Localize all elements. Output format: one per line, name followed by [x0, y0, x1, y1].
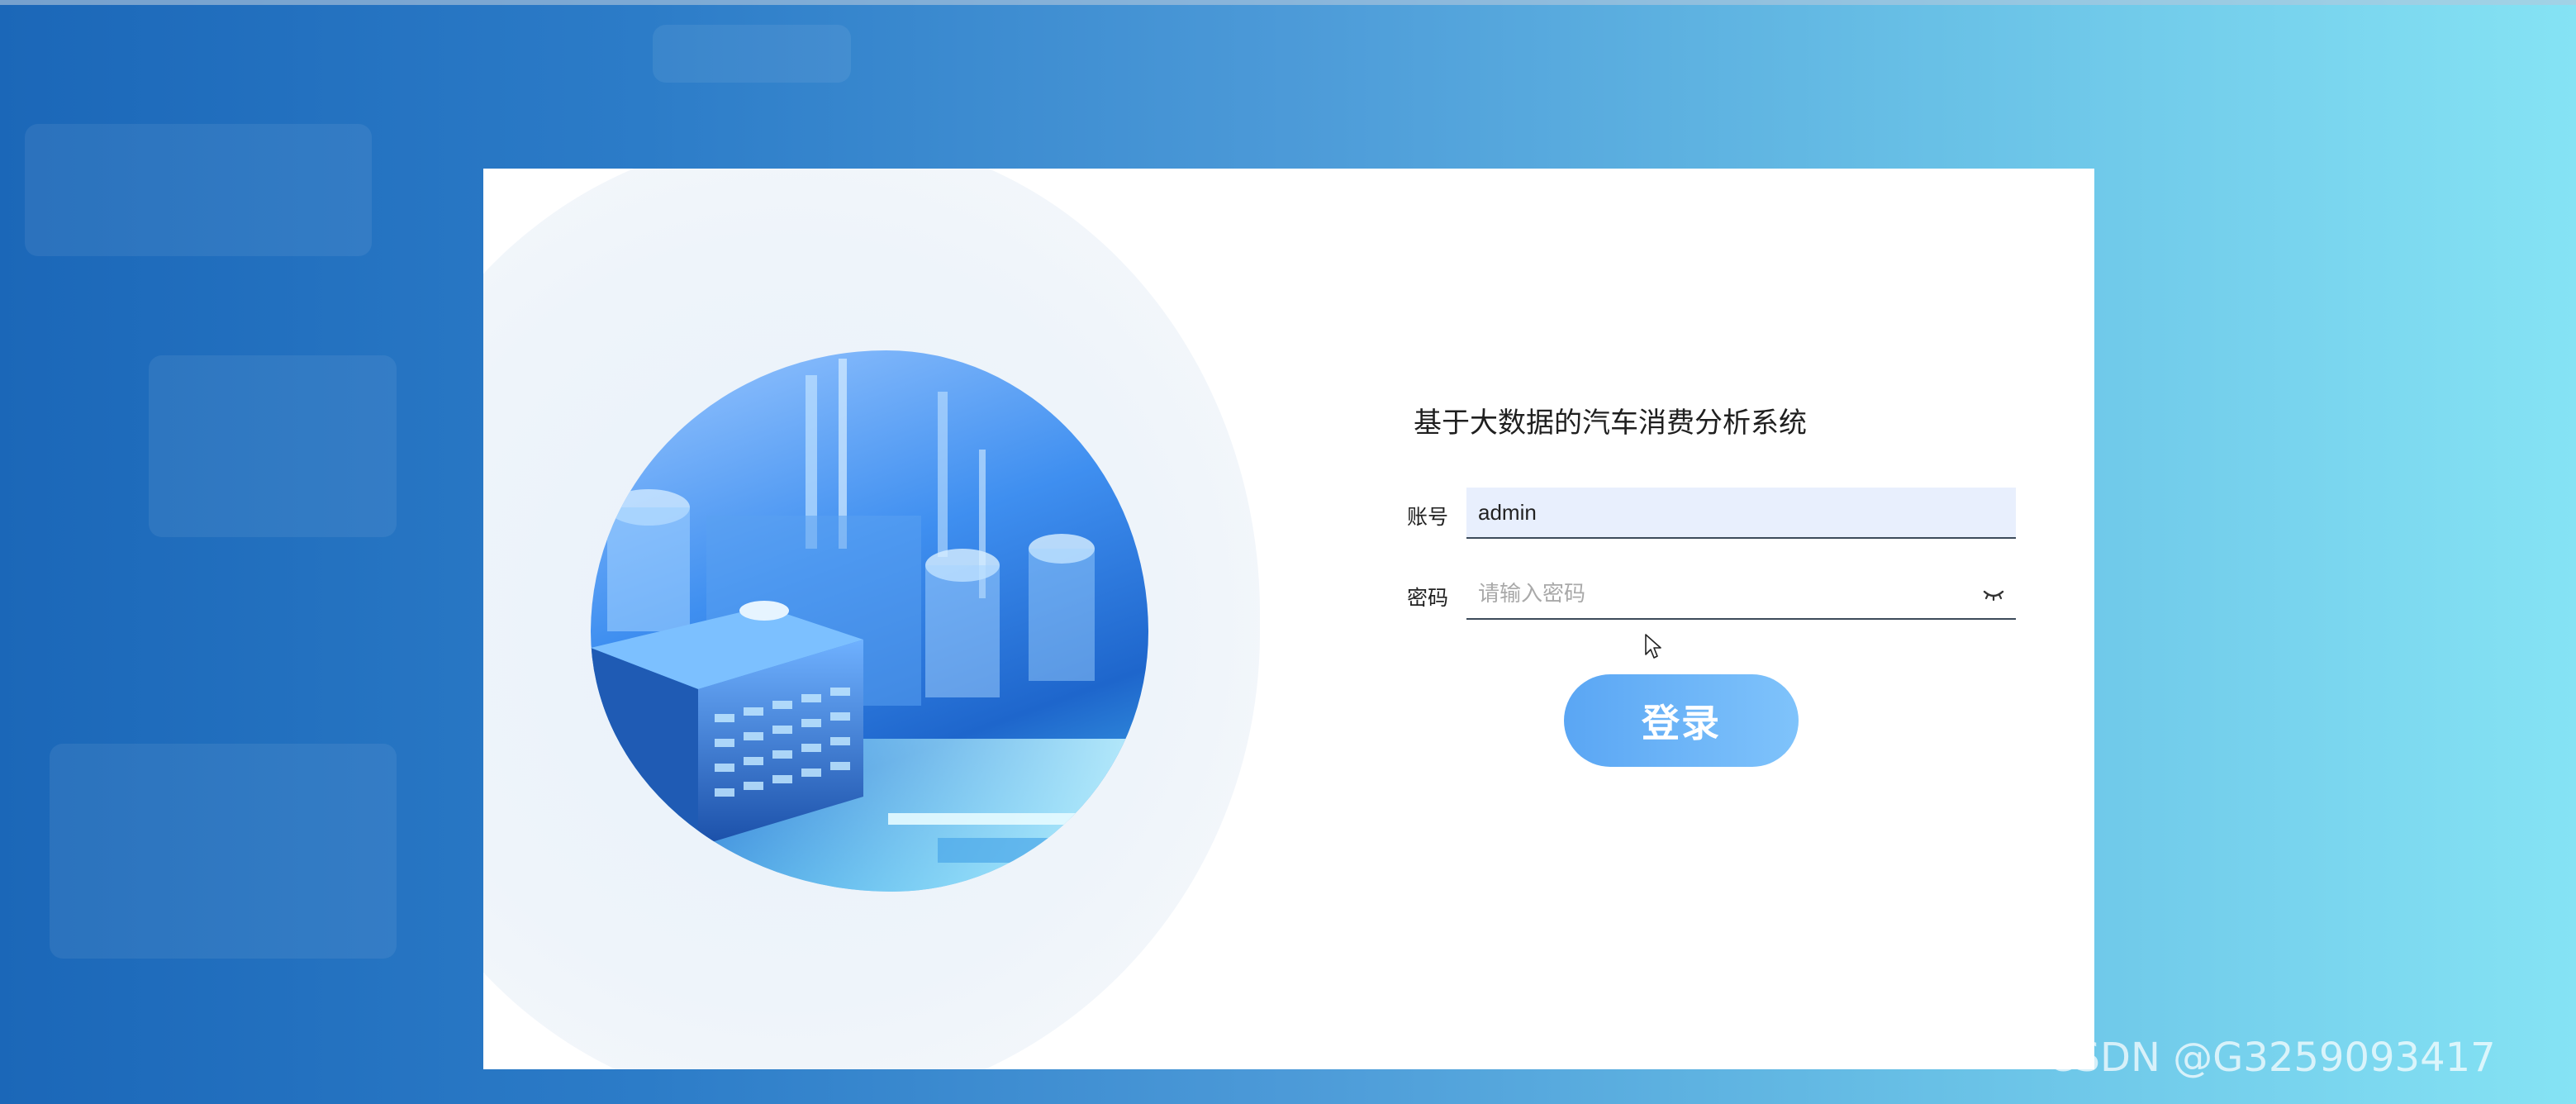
factory-illustration	[591, 350, 1148, 892]
password-input[interactable]	[1478, 569, 1974, 618]
background-decoration	[25, 124, 372, 256]
watermark-text: CSDN @G3259093417	[2047, 1035, 2496, 1081]
factory-illustration-art	[591, 359, 1148, 892]
account-input[interactable]	[1478, 488, 1974, 537]
page-title: 基于大数据的汽车消费分析系统	[1414, 407, 1807, 440]
background-decoration	[653, 25, 851, 83]
background-decoration	[50, 744, 397, 959]
password-field[interactable]	[1466, 569, 2016, 620]
login-button[interactable]: 登录	[1564, 674, 1799, 767]
top-border	[0, 0, 2576, 5]
eye-closed-icon[interactable]	[1983, 587, 2004, 603]
background-decoration	[149, 355, 397, 537]
password-row: 密码	[1407, 569, 2051, 621]
login-card: 基于大数据的汽车消费分析系统 账号 密码 登录	[483, 169, 2094, 1069]
account-field[interactable]	[1466, 488, 2016, 539]
password-label: 密码	[1407, 586, 1449, 610]
account-row: 账号	[1407, 488, 2051, 540]
account-label: 账号	[1407, 505, 1449, 529]
mouse-cursor-icon	[1645, 634, 1661, 659]
